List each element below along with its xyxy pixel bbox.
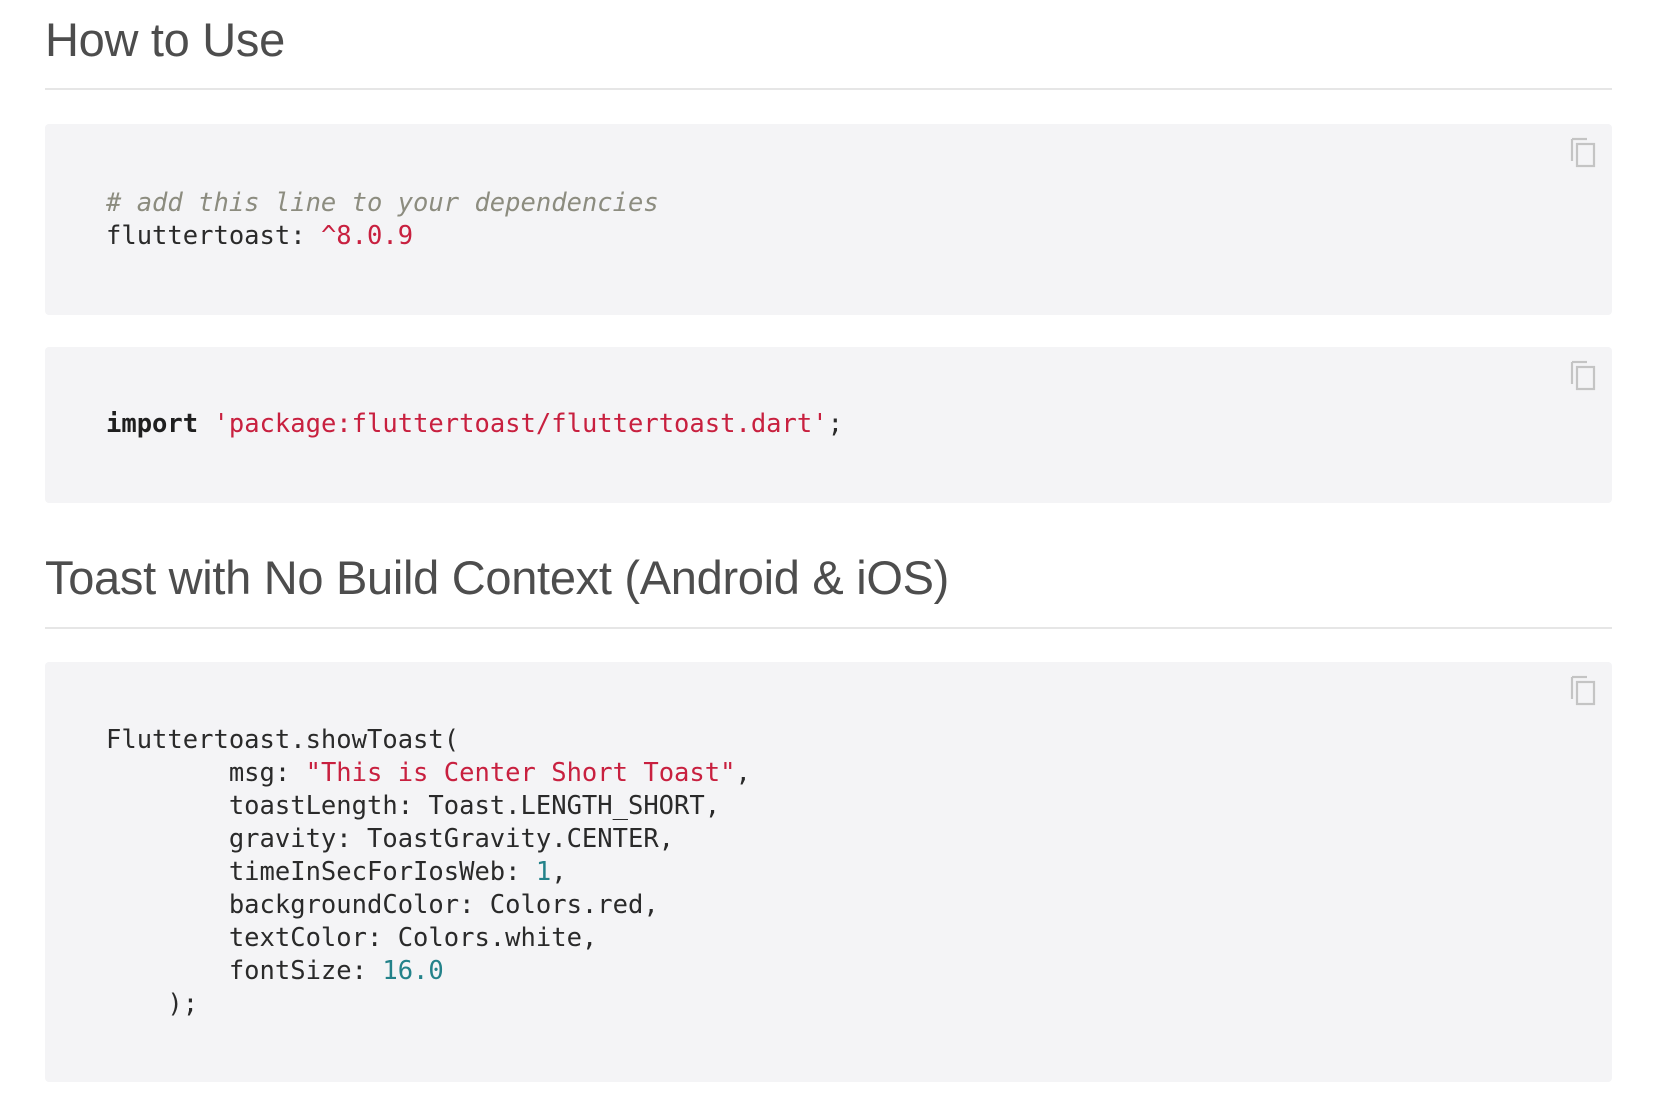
code-block-show-toast: Fluttertoast.showToast( msg: "This is Ce… [45,662,1612,1082]
code-token-plain: , [735,758,751,788]
code-token-plain: , [551,857,567,887]
code-content: # add this line to your dependencies flu… [106,187,659,253]
code-token-string: 'package:fluttertoast/fluttertoast.dart' [213,409,828,439]
code-line: timeInSecForIosWeb: 1, [106,857,567,887]
code-line: fluttertoast: ^8.0.9 [106,221,413,251]
section-heading-how-to-use: How to Use [45,13,285,66]
copy-icon[interactable] [1568,359,1598,393]
copy-icon[interactable] [1568,136,1598,170]
code-token-number: 1 [535,857,552,887]
section-heading-toast-no-context: Toast with No Build Context (Android & i… [45,551,949,604]
code-content: import 'package:fluttertoast/fluttertoas… [106,408,843,441]
code-token-string: ^8.0.9 [320,221,414,251]
code-token-number: 16.0 [382,956,444,986]
code-token-plain: ); [106,989,199,1019]
code-line: backgroundColor: Colors.red, [106,890,659,920]
code-block-import: import 'package:fluttertoast/fluttertoas… [45,347,1612,503]
code-content: Fluttertoast.showToast( msg: "This is Ce… [106,724,751,1021]
code-token-plain: timeInSecForIosWeb: [106,857,536,887]
copy-icon[interactable] [1568,674,1598,708]
code-token-plain: gravity: ToastGravity.CENTER, [106,824,675,854]
code-line: import 'package:fluttertoast/fluttertoas… [106,409,843,439]
code-line: fontSize: 16.0 [106,956,444,986]
heading-divider [45,88,1612,90]
code-block-dependencies: # add this line to your dependencies flu… [45,124,1612,315]
code-token-plain: fontSize: [106,956,383,986]
code-line: ); [106,989,198,1019]
code-token-comment: # add this line to your dependencies [106,188,659,218]
code-line: textColor: Colors.white, [106,923,597,953]
code-token-plain: Fluttertoast.showToast( [106,725,460,755]
code-token-keyword: import [106,409,199,439]
code-line: # add this line to your dependencies [106,188,659,218]
code-token-plain: toastLength: Toast.LENGTH_SHORT, [106,791,721,821]
code-line: toastLength: Toast.LENGTH_SHORT, [106,791,720,821]
code-token-plain: fluttertoast: [106,221,321,251]
heading-divider [45,627,1612,629]
code-token-plain: msg: [106,758,306,788]
code-token-string: "This is Center Short Toast" [305,758,736,788]
code-line: gravity: ToastGravity.CENTER, [106,824,674,854]
code-line: msg: "This is Center Short Toast", [106,758,751,788]
code-line: Fluttertoast.showToast( [106,725,459,755]
code-token-plain: textColor: Colors.white, [106,923,598,953]
code-token-plain: ; [827,409,843,439]
code-token-plain: backgroundColor: Colors.red, [106,890,659,920]
